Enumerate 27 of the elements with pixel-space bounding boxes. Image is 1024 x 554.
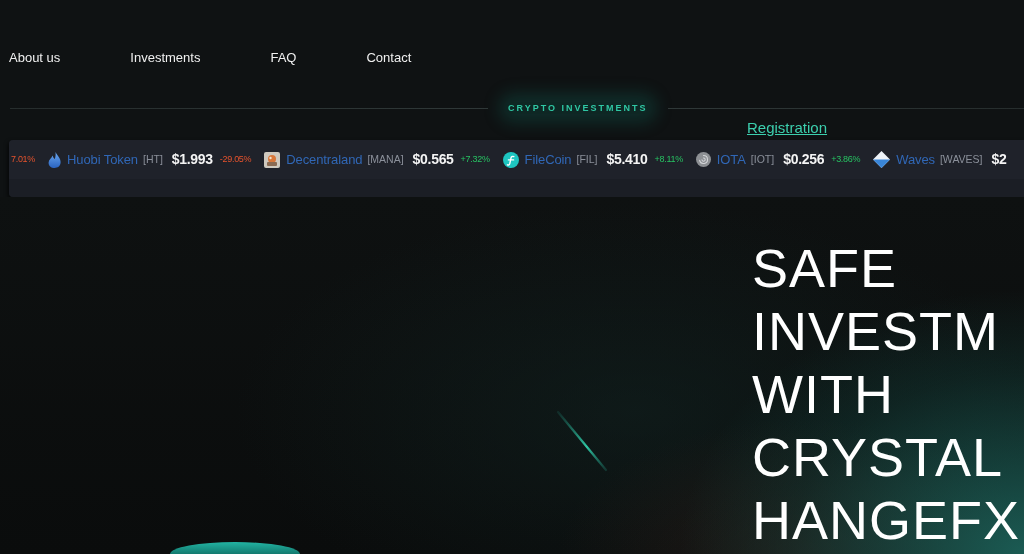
coin-price: $5.410 bbox=[606, 151, 648, 168]
price-change: 7.01% bbox=[11, 154, 36, 165]
price-change: +8.11% bbox=[654, 154, 683, 165]
nav-link[interactable]: FAQ bbox=[270, 50, 297, 66]
coin-symbol: [IOT] bbox=[750, 153, 775, 166]
coin-price: $2 bbox=[991, 151, 1007, 168]
coin-symbol: [FIL] bbox=[576, 153, 598, 166]
coin-price: $0.565 bbox=[412, 151, 454, 168]
coin-price: $0.256 bbox=[783, 151, 825, 168]
coin-symbol: [MANA] bbox=[367, 153, 404, 166]
coin-symbol: [WAVES] bbox=[939, 153, 983, 166]
thumbnail-icon bbox=[264, 151, 281, 168]
nav-link[interactable]: Investments bbox=[130, 50, 201, 66]
coin-symbol: [HT] bbox=[142, 153, 163, 166]
section-label: CRYPTO INVESTMENTS bbox=[508, 102, 648, 114]
nav-link[interactable]: About us bbox=[9, 50, 61, 66]
registration-link[interactable]: Registration bbox=[747, 119, 828, 136]
diamond-icon bbox=[873, 151, 891, 168]
coin-icon bbox=[502, 151, 519, 168]
swirl-icon bbox=[695, 152, 711, 167]
coin-price: $1.993 bbox=[171, 151, 213, 168]
flame-icon bbox=[48, 151, 62, 168]
price-change: +7.32% bbox=[460, 154, 490, 165]
hero-heading: SAFE INVESTM WITH CRYSTAL HANGEFX bbox=[752, 237, 1021, 552]
price-change: -29.05% bbox=[219, 154, 252, 165]
nav-link[interactable]: Contact bbox=[366, 50, 412, 66]
price-change: +3.86% bbox=[831, 154, 861, 165]
